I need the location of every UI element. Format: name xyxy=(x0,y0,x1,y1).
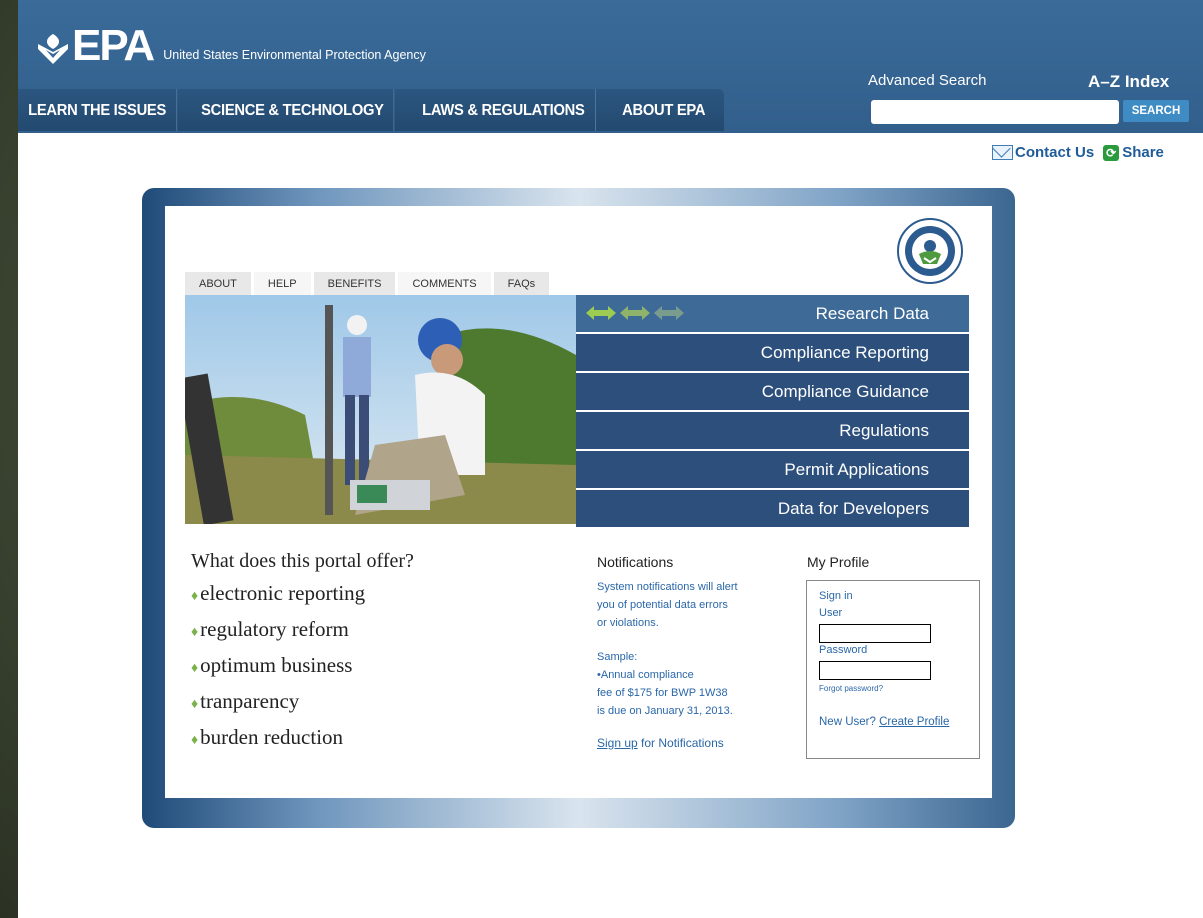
menu-compliance-reporting[interactable]: Compliance Reporting xyxy=(576,334,969,373)
share-icon: ⟳ xyxy=(1103,144,1120,161)
user-label: User xyxy=(819,607,843,619)
offer-item-label: electronic reporting xyxy=(200,581,366,605)
diamond-bullet-icon: ♦ xyxy=(191,697,199,712)
double-arrow-icon xyxy=(654,306,684,320)
create-profile-link[interactable]: Create Profile xyxy=(879,716,949,728)
offer-item-label: regulatory reform xyxy=(200,617,349,641)
epa-seal-icon xyxy=(897,218,963,284)
share-label: Share xyxy=(1122,144,1164,161)
profile-title: My Profile xyxy=(807,554,870,570)
utility-links: Contact Us ⟳ Share xyxy=(992,144,1173,161)
signup-link[interactable]: Sign up xyxy=(597,736,638,750)
offer-title: What does this portal offer? xyxy=(191,550,414,572)
notifications-panel: Notifications System notifications will … xyxy=(597,554,772,750)
menu-data-for-developers[interactable]: Data for Developers xyxy=(576,490,969,529)
arrow-group xyxy=(586,303,684,323)
menu-research-data-label: Research Data xyxy=(815,304,929,323)
search-input[interactable] xyxy=(871,100,1119,124)
brand-name: EPA xyxy=(72,21,155,70)
username-field[interactable] xyxy=(819,624,931,643)
epa-logo[interactable]: EPA United States Environmental Protecti… xyxy=(36,21,426,70)
tab-faqs[interactable]: FAQs xyxy=(493,272,550,296)
double-arrow-icon xyxy=(586,306,616,320)
field-workers-photo xyxy=(185,295,576,524)
envelope-icon xyxy=(992,145,1013,160)
password-field[interactable] xyxy=(819,661,931,680)
az-index-link[interactable]: A–Z Index xyxy=(1088,72,1169,92)
nav-about-epa[interactable]: ABOUT EPA xyxy=(612,89,715,131)
nav-learn-the-issues[interactable]: LEARN THE ISSUES xyxy=(18,89,178,131)
offer-list: ♦electronic reporting ♦regulatory reform… xyxy=(191,581,414,750)
contact-us-link[interactable]: Contact Us xyxy=(992,144,1094,161)
double-arrow-icon xyxy=(620,306,650,320)
diamond-bullet-icon: ♦ xyxy=(191,733,199,748)
tab-about[interactable]: ABOUT xyxy=(185,272,251,296)
portal-offer: What does this portal offer? ♦electronic… xyxy=(191,550,414,761)
sample-label: Sample: xyxy=(597,651,638,663)
tab-comments[interactable]: COMMENTS xyxy=(398,272,491,296)
new-user-label: New User? xyxy=(819,716,880,728)
list-item: ♦burden reduction xyxy=(191,725,414,750)
notifications-line: or violations. xyxy=(597,617,659,629)
password-label: Password xyxy=(819,644,868,656)
offer-item-label: burden reduction xyxy=(200,725,344,749)
diamond-bullet-icon: ♦ xyxy=(191,661,199,676)
agency-name: United States Environmental Protection A… xyxy=(163,48,426,62)
profile-box: Sign in User Password Forgot password? N… xyxy=(806,580,980,759)
tab-benefits[interactable]: BENEFITS xyxy=(313,272,396,296)
offer-item-label: tranparency xyxy=(200,689,300,713)
notifications-title: Notifications xyxy=(597,554,674,570)
notifications-line: you of potential data errors xyxy=(597,599,728,611)
nav-science-technology[interactable]: SCIENCE & TECHNOLOGY xyxy=(191,89,395,131)
menu-compliance-guidance[interactable]: Compliance Guidance xyxy=(576,373,969,412)
advanced-search-link[interactable]: Advanced Search xyxy=(868,72,986,89)
search-button[interactable]: SEARCH xyxy=(1123,100,1189,122)
diamond-bullet-icon: ♦ xyxy=(191,589,199,604)
menu-regulations[interactable]: Regulations xyxy=(576,412,969,451)
list-item: ♦regulatory reform xyxy=(191,617,414,642)
masthead: EPA United States Environmental Protecti… xyxy=(18,0,1203,133)
list-item: ♦tranparency xyxy=(191,689,414,714)
new-user-prompt: New User? Create Profile xyxy=(819,716,949,728)
sample-line: •Annual compliance xyxy=(597,669,694,681)
contact-us-label: Contact Us xyxy=(1015,144,1095,161)
sample-line: is due on January 31, 2013. xyxy=(597,705,733,717)
epa-flower-icon xyxy=(38,34,68,64)
sign-in-label: Sign in xyxy=(819,590,853,602)
list-item: ♦optimum business xyxy=(191,653,414,678)
diamond-bullet-icon: ♦ xyxy=(191,625,199,640)
share-link[interactable]: ⟳ Share xyxy=(1103,144,1164,161)
signup-rest: for Notifications xyxy=(637,736,724,750)
forgot-password-link[interactable]: Forgot password? xyxy=(819,684,883,693)
nav-laws-regulations[interactable]: LAWS & REGULATIONS xyxy=(412,89,596,131)
portal-mockup: ABOUT HELP BENEFITS COMMENTS FAQs Resear… xyxy=(165,206,992,798)
offer-item-label: optimum business xyxy=(200,653,353,677)
portal-tabs: ABOUT HELP BENEFITS COMMENTS FAQs xyxy=(185,272,552,296)
main-navigation: LEARN THE ISSUES SCIENCE & TECHNOLOGY LA… xyxy=(18,89,725,131)
portal-menu: Research Data Compliance Reporting Compl… xyxy=(576,295,969,529)
sample-line: fee of $175 for BWP 1W38 xyxy=(597,687,728,699)
list-item: ♦electronic reporting xyxy=(191,581,414,606)
signup-notifications: Sign up for Notifications xyxy=(597,736,772,750)
menu-permit-applications[interactable]: Permit Applications xyxy=(576,451,969,490)
tab-help[interactable]: HELP xyxy=(253,272,311,296)
menu-research-data[interactable]: Research Data xyxy=(576,295,969,334)
notifications-line: System notifications will alert xyxy=(597,581,738,593)
notifications-body: System notifications will alert you of p… xyxy=(597,578,772,720)
